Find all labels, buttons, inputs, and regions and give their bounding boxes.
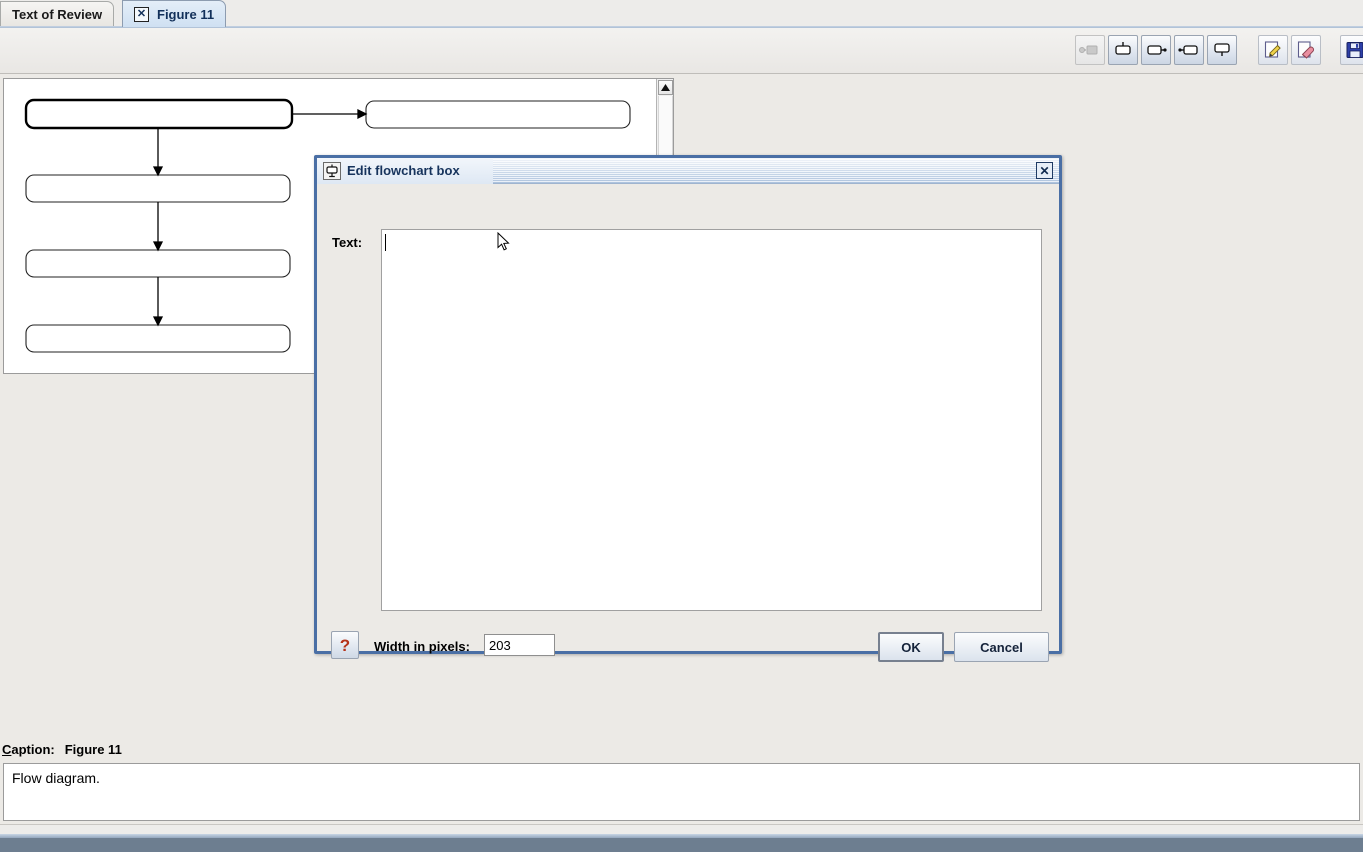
application-window: Text of Review ✕ Figure 11 Caption: Figu… — [0, 0, 1363, 852]
box-bottom-connector-tool-button[interactable] — [1207, 35, 1237, 65]
width-in-pixels-input[interactable] — [484, 634, 555, 656]
flowchart-box-3 — [25, 174, 291, 203]
box-top-connector-tool-button[interactable] — [1108, 35, 1138, 65]
caption-text-input[interactable]: Flow diagram. — [3, 763, 1360, 821]
flowchart-box-5 — [25, 324, 291, 353]
edit-tool-button[interactable] — [1258, 35, 1288, 65]
cancel-button[interactable]: Cancel — [954, 632, 1049, 662]
text-field-label: Text: — [332, 235, 363, 250]
connector-icon — [1079, 43, 1101, 57]
text-caret — [385, 234, 386, 251]
caption-figure-name: Figure 11 — [64, 741, 122, 757]
ok-button[interactable]: OK — [878, 632, 944, 662]
flowchart-box-icon — [323, 161, 341, 180]
box-left-stub-icon — [1178, 41, 1200, 59]
erase-tool-button[interactable] — [1291, 35, 1321, 65]
box-right-stub-icon — [1145, 41, 1167, 59]
eraser-icon — [1296, 40, 1316, 60]
box-right-connector-tool-button[interactable] — [1141, 35, 1171, 65]
cancel-button-label: Cancel — [980, 639, 1023, 655]
dialog-title-bar[interactable]: Edit flowchart box ✕ — [317, 158, 1059, 184]
tab-label: Text of Review — [12, 6, 103, 22]
flowchart-box-4 — [25, 249, 291, 278]
flowchart-arrow-3-to-4 — [152, 202, 164, 252]
box-left-connector-tool-button[interactable] — [1174, 35, 1204, 65]
tab-text-of-review[interactable]: Text of Review — [0, 1, 115, 26]
dialog-title: Edit flowchart box — [347, 163, 460, 178]
ok-button-label: OK — [901, 639, 921, 655]
flowchart-box-2 — [365, 100, 631, 129]
width-in-pixels-label: Width in pixels: — [374, 639, 470, 654]
box-top-stub-icon — [1112, 41, 1134, 59]
triangle-up-icon[interactable] — [658, 80, 673, 95]
close-x-icon[interactable]: ✕ — [1036, 162, 1053, 179]
caption-text-value: Flow diagram. — [12, 770, 100, 786]
tab-label: Figure 11 — [157, 6, 215, 22]
toolbar — [0, 28, 1363, 74]
save-tool-button[interactable] — [1340, 35, 1363, 65]
tab-strip: Text of Review ✕ Figure 11 — [0, 0, 1363, 28]
edit-pencil-icon — [1263, 40, 1283, 60]
box-text-textarea[interactable] — [381, 229, 1042, 611]
flowchart-arrow-1-to-2 — [292, 108, 368, 120]
close-x-icon[interactable]: ✕ — [134, 6, 149, 22]
box-bottom-stub-icon — [1211, 41, 1233, 59]
toolbar-group-file — [1340, 35, 1363, 65]
status-bar-base — [0, 838, 1363, 852]
floppy-disk-icon — [1345, 40, 1363, 60]
caption-label: Caption: — [2, 741, 55, 757]
caption-label-row: Caption: Figure 11 — [2, 739, 122, 759]
question-mark-icon: ? — [339, 635, 351, 655]
tab-figure-11[interactable]: ✕ Figure 11 — [122, 0, 227, 27]
connector-tool-button[interactable] — [1075, 35, 1105, 65]
toolbar-group-edit — [1258, 35, 1324, 65]
dialog-body: Text: ? Width in pixels: OK Cancel — [317, 184, 1059, 662]
toolbar-group-shapes — [1075, 35, 1240, 65]
flowchart-arrow-1-to-3 — [152, 128, 164, 177]
help-button[interactable]: ? — [331, 631, 359, 659]
flowchart-box-1 — [24, 98, 294, 130]
flowchart-arrow-4-to-5 — [152, 277, 164, 327]
status-bar — [0, 824, 1363, 852]
edit-flowchart-box-dialog: Edit flowchart box ✕ Text: ? Width in pi… — [314, 155, 1062, 662]
